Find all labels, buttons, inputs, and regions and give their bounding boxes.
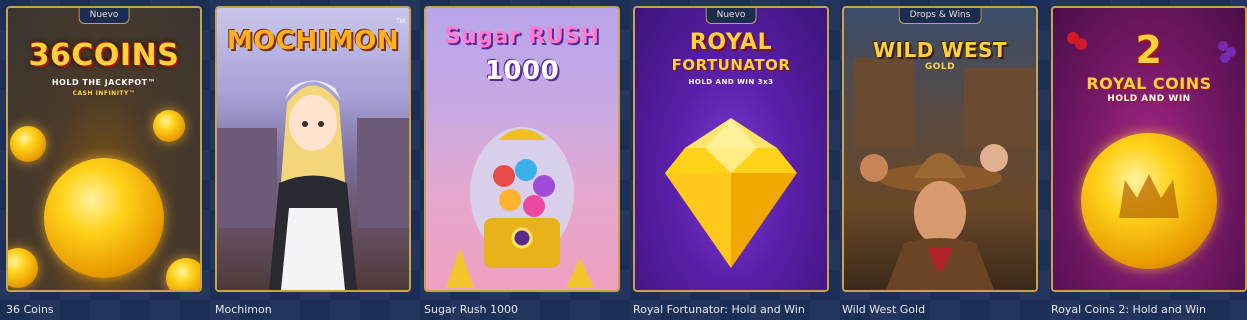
game-title[interactable]: Royal Fortunator: Hold and Win: [633, 303, 805, 316]
candy-machine-illustration: [446, 127, 594, 288]
gold-coin-graphic: [166, 258, 200, 290]
game-logo-subtitle: HOLD AND WIN 3x3: [688, 78, 774, 86]
game-logo-subtitle: CASH INFINITY™: [72, 90, 136, 97]
game-logo-subtitle: HOLD AND WIN: [1107, 94, 1191, 104]
game-card-wild-west-gold[interactable]: WILD WEST GOLD Drops & Wins: [842, 6, 1038, 292]
game-logo: WILD WEST: [872, 38, 1008, 62]
game-card-sugar-rush-1000[interactable]: Sugar RUSH 1000: [424, 6, 620, 292]
game-title[interactable]: Wild West Gold: [842, 303, 925, 316]
badge-drops-wins: Drops & Wins: [898, 8, 982, 24]
gold-coin-graphic: [153, 110, 185, 142]
game-logo: 36COINS: [28, 38, 180, 73]
game-card-36-coins[interactable]: 36COINS HOLD THE JACKPOT™ CASH INFINITY™…: [6, 6, 202, 292]
game-logo: ROYAL: [689, 30, 773, 55]
game-row: 36COINS HOLD THE JACKPOT™ CASH INFINITY™…: [0, 0, 1247, 320]
game-logo-subtitle: GOLD: [924, 62, 956, 72]
game-logo-subtitle: HOLD THE JACKPOT™: [51, 78, 157, 87]
game-logo-subtitle: 1000: [484, 56, 560, 86]
game-logo: 2: [1135, 28, 1163, 72]
badge-new: Nuevo: [78, 8, 130, 24]
badge-new: Nuevo: [705, 8, 757, 24]
game-logo-subtitle: FORTUNATOR: [671, 56, 791, 74]
game-card-royal-fortunator[interactable]: ROYAL FORTUNATOR HOLD AND WIN 3x3 Nuevo: [633, 6, 829, 292]
game-card-royal-coins-2[interactable]: 2 ROYAL COINS HOLD AND WIN: [1051, 6, 1247, 292]
game-card-mochimon[interactable]: MOCHIMON TM: [215, 6, 411, 292]
game-logo: Sugar RUSH: [444, 24, 600, 49]
game-title[interactable]: Royal Coins 2: Hold and Win: [1051, 303, 1206, 316]
game-logo: MOCHIMON: [226, 26, 400, 56]
gold-coin-graphic: [10, 126, 46, 162]
gold-coin-graphic: [44, 158, 164, 278]
game-title[interactable]: Mochimon: [215, 303, 272, 316]
game-title[interactable]: Sugar Rush 1000: [424, 303, 518, 316]
game-title[interactable]: 36 Coins: [6, 303, 54, 316]
trademark-mark: TM: [396, 18, 405, 25]
game-logo-subtitle: ROYAL COINS: [1086, 74, 1212, 93]
